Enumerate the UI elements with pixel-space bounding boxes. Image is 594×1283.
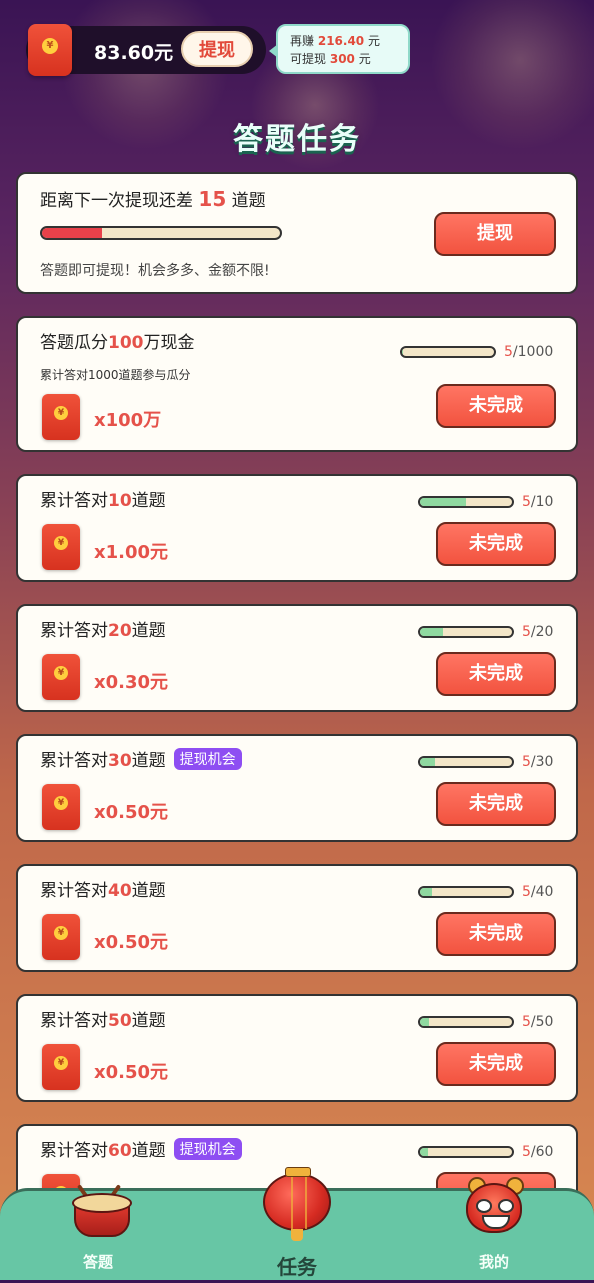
coin-icon: ¥ <box>54 1056 68 1070</box>
task-reward: x100万 <box>94 410 162 431</box>
task-progress-bar <box>418 1016 514 1028</box>
task-status-button[interactable]: 未完成 <box>436 384 556 428</box>
coin-icon: ¥ <box>54 536 68 550</box>
withdraw-chance-badge: 提现机会 <box>173 748 242 770</box>
coin-icon: ¥ <box>54 926 68 940</box>
task-title: 累计答对20道题 <box>40 621 166 641</box>
lantern-icon <box>261 1167 333 1241</box>
coin-icon: ¥ <box>42 38 58 54</box>
withdraw-button[interactable]: 提现 <box>434 212 556 256</box>
task-title: 答题瓜分100万现金 <box>40 333 195 353</box>
task-progress-fill <box>420 628 443 636</box>
task-status-button[interactable]: 未完成 <box>436 912 556 956</box>
withdraw-remaining-text: 距离下一次提现还差 15 道题 <box>40 187 266 211</box>
red-envelope-icon: ¥ <box>42 1044 80 1090</box>
withdraw-progress-bar <box>40 226 282 240</box>
task-progress-bar <box>418 756 514 768</box>
task-reward: x0.50元 <box>94 932 169 953</box>
red-envelope-icon: ¥ <box>42 654 80 700</box>
task-progress-fill <box>420 758 436 766</box>
task-title: 累计答对60道题 提现机会 <box>40 1136 242 1161</box>
task-status-button[interactable]: 未完成 <box>436 782 556 826</box>
task-progress-count: 5/60 <box>522 1144 554 1160</box>
task-status-button[interactable]: 未完成 <box>436 522 556 566</box>
task-reward: x0.30元 <box>94 672 169 693</box>
task-card: 累计答对40道题 5/40 ¥ x0.50元 未完成 <box>16 864 578 972</box>
task-progress-count: 5/10 <box>522 494 554 510</box>
task-reward: x0.50元 <box>94 802 169 823</box>
tip-line-2: 可提现 300 元 <box>290 52 371 66</box>
header-withdraw-button[interactable]: 提现 <box>181 31 253 67</box>
red-envelope-icon: ¥ <box>28 24 72 76</box>
remaining-count: 15 <box>198 187 227 211</box>
task-subtitle: 累计答对1000道题参与瓜分 <box>40 368 191 382</box>
task-progress-count: 5/40 <box>522 884 554 900</box>
balance-amount: 83.60元 <box>94 42 174 64</box>
red-envelope-icon: ¥ <box>42 524 80 570</box>
earnings-tip: 再赚 216.40 元 可提现 300 元 <box>269 24 410 74</box>
page-title: 答题任务 <box>233 122 361 157</box>
coin-icon: ¥ <box>54 666 68 680</box>
tip-line-1: 再赚 216.40 元 <box>290 34 380 48</box>
task-title: 累计答对30道题 提现机会 <box>40 746 242 771</box>
task-progress-count: 5/30 <box>522 754 554 770</box>
task-card: 累计答对30道题 提现机会 5/30 ¥ x0.50元 未完成 <box>16 734 578 842</box>
task-progress-bar <box>418 626 514 638</box>
bottom-nav: 答题 任务 我的 <box>0 1167 594 1283</box>
task-card: 累计答对20道题 5/20 ¥ x0.30元 未完成 <box>16 604 578 712</box>
nav-item-tasks[interactable]: 任务 <box>227 1167 367 1283</box>
task-progress-count: 5/50 <box>522 1014 554 1030</box>
task-reward: x0.50元 <box>94 1062 169 1083</box>
withdraw-chance-badge: 提现机会 <box>173 1138 242 1160</box>
nav-label-tasks: 任务 <box>277 1255 317 1279</box>
red-envelope-icon: ¥ <box>42 394 80 440</box>
withdraw-hint: 答题即可提现！机会多多、金额不限! <box>40 263 270 279</box>
nav-label-mine: 我的 <box>478 1253 509 1271</box>
nav-label-answer: 答题 <box>82 1253 113 1271</box>
red-envelope-icon: ¥ <box>42 784 80 830</box>
task-progress-bar <box>418 496 514 508</box>
task-card: 累计答对50道题 5/50 ¥ x0.50元 未完成 <box>16 994 578 1102</box>
task-title: 累计答对50道题 <box>40 1011 166 1031</box>
coin-icon: ¥ <box>54 406 68 420</box>
coin-icon: ¥ <box>54 796 68 810</box>
task-card: 答题瓜分100万现金累计答对1000道题参与瓜分 5/1000 ¥ x100万 未完成 <box>16 316 578 452</box>
task-progress-bar <box>418 1146 514 1158</box>
task-status-button[interactable]: 未完成 <box>436 652 556 696</box>
task-progress-fill <box>420 888 432 896</box>
task-status-button[interactable]: 未完成 <box>436 1042 556 1086</box>
lion-dance-icon <box>462 1177 526 1237</box>
task-progress-bar <box>418 886 514 898</box>
task-progress-bar <box>400 346 496 358</box>
task-reward: x1.00元 <box>94 542 169 563</box>
task-card: 累计答对10道题 5/10 ¥ x1.00元 未完成 <box>16 474 578 582</box>
task-progress-fill <box>420 1018 430 1026</box>
task-title: 累计答对40道题 <box>40 881 166 901</box>
task-progress-count: 5/1000 <box>504 344 554 360</box>
nav-item-answer[interactable]: 答题 <box>28 1184 168 1283</box>
withdraw-progress-card: 距离下一次提现还差 15 道题 答题即可提现！机会多多、金额不限! 提现 <box>16 172 578 294</box>
nav-item-mine[interactable]: 我的 <box>424 1177 564 1283</box>
red-envelope-icon: ¥ <box>42 914 80 960</box>
task-progress-fill <box>402 348 404 356</box>
task-progress-fill <box>420 1148 428 1156</box>
task-progress-count: 5/20 <box>522 624 554 640</box>
task-progress-fill <box>420 498 466 506</box>
task-title: 累计答对10道题 <box>40 491 166 511</box>
withdraw-progress-fill <box>42 228 102 238</box>
drum-icon <box>70 1183 132 1237</box>
